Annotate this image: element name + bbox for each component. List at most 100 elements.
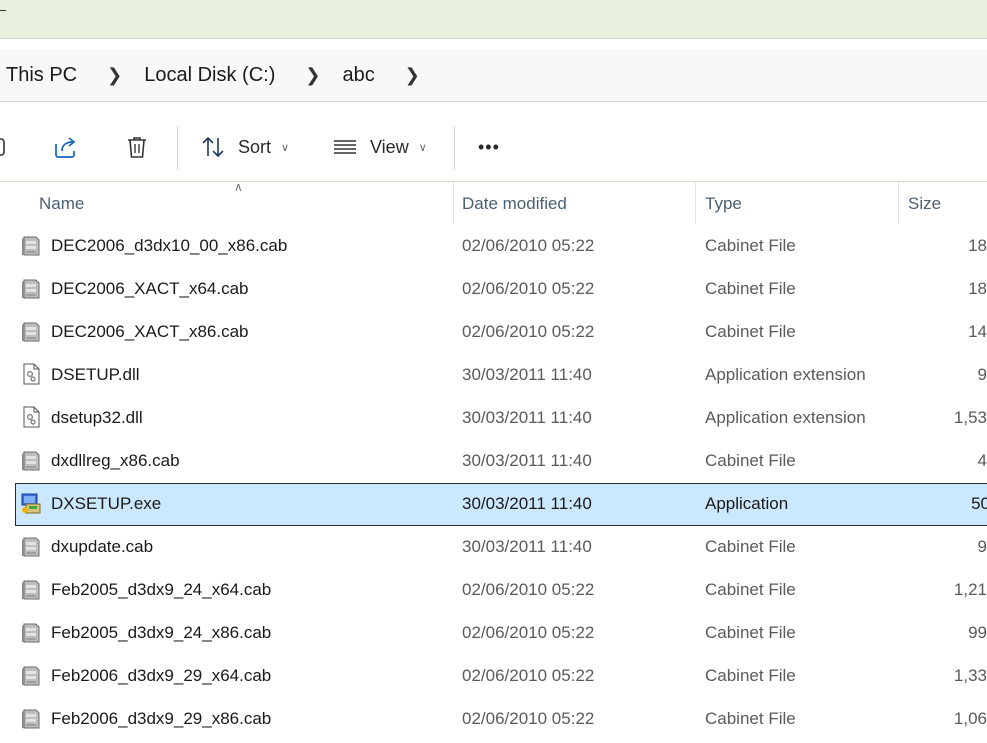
file-type: Cabinet File — [705, 666, 796, 685]
file-date-modified: 30/03/2011 11:40 — [462, 537, 592, 556]
file-date-modified: 02/06/2010 05:22 — [462, 666, 595, 685]
file-date-modified: 02/06/2010 05:22 — [462, 623, 595, 642]
more-options-button[interactable]: ••• — [478, 132, 500, 162]
file-row[interactable]: Feb2005_d3dx9_24_x86.cab 02/06/2010 05:22… — [0, 612, 987, 655]
sort-button[interactable]: Sort ∨ — [200, 132, 289, 162]
file-name[interactable]: dsetup32.dll — [51, 408, 143, 428]
file-date-modified: 02/06/2010 05:22 — [462, 580, 595, 599]
file-size: 9 — [977, 365, 987, 384]
column-divider[interactable] — [453, 182, 454, 224]
file-name[interactable]: DXSETUP.exe — [51, 494, 161, 514]
file-name[interactable]: DEC2006_XACT_x86.cab — [51, 322, 249, 342]
file-type: Application — [705, 494, 789, 513]
title-bar — [0, 0, 987, 39]
file-type: Cabinet File — [705, 322, 796, 341]
file-row[interactable]: DXSETUP.exe 30/03/2011 11:40 Application 50 — [15, 483, 987, 526]
rename-button[interactable] — [0, 132, 8, 162]
file-name[interactable]: DSETUP.dll — [51, 365, 140, 385]
share-button[interactable] — [52, 132, 78, 162]
column-header-row: ∧ Name Date modified Type Size — [0, 180, 987, 224]
breadcrumb-local-disk[interactable]: Local Disk (C:) — [144, 64, 275, 87]
file-row[interactable]: dsetup32.dll 30/03/2011 11:40 Application … — [0, 397, 987, 440]
toolbar-divider — [454, 126, 455, 170]
cabinet-file-icon — [20, 233, 42, 257]
file-size: 50 — [971, 494, 987, 513]
file-date-modified: 02/06/2010 05:22 — [462, 322, 595, 341]
dll-file-icon — [20, 362, 42, 386]
file-row[interactable]: dxupdate.cab 30/03/2011 11:40 Cabinet File… — [0, 526, 987, 569]
address-bar[interactable]: This PC ❯ Local Disk (C:) ❯ abc ❯ — [0, 49, 987, 102]
file-size: 1,06 — [953, 709, 987, 728]
file-row[interactable]: DSETUP.dll 30/03/2011 11:40 Application ex… — [0, 354, 987, 397]
file-row[interactable]: DEC2006_XACT_x64.cab 02/06/2010 05:22 Cabi… — [0, 268, 987, 311]
file-type: Cabinet File — [705, 236, 796, 255]
file-size: 1,53 — [953, 408, 987, 427]
file-date-modified: 30/03/2011 11:40 — [462, 365, 592, 384]
file-type: Cabinet File — [705, 451, 796, 470]
file-name[interactable]: dxdllreg_x86.cab — [51, 451, 180, 471]
file-type: Cabinet File — [705, 623, 796, 642]
column-header-size[interactable]: Size — [908, 194, 941, 214]
file-name[interactable]: DEC2006_XACT_x64.cab — [51, 279, 249, 299]
minimize-glyph — [0, 10, 6, 11]
chevron-right-icon[interactable]: ❯ — [305, 65, 320, 86]
command-bar: Sort ∨ View ∨ ••• — [0, 112, 987, 182]
chevron-right-icon[interactable]: ❯ — [405, 65, 420, 86]
file-date-modified: 30/03/2011 11:40 — [462, 494, 592, 513]
view-button[interactable]: View ∨ — [332, 132, 427, 162]
file-date-modified: 02/06/2010 05:22 — [462, 236, 595, 255]
file-name[interactable]: Feb2006_d3dx9_29_x86.cab — [51, 709, 271, 729]
file-row[interactable]: Feb2005_d3dx9_24_x64.cab 02/06/2010 05:22… — [0, 569, 987, 612]
file-size: 14 — [968, 322, 987, 341]
file-size: 18 — [968, 279, 987, 298]
file-row[interactable]: DEC2006_XACT_x86.cab 02/06/2010 05:22 Cabi… — [0, 311, 987, 354]
file-size: 1,33 — [953, 666, 987, 685]
cabinet-file-icon — [20, 448, 42, 472]
file-name[interactable]: DEC2006_d3dx10_00_x86.cab — [51, 236, 287, 256]
cabinet-file-icon — [20, 620, 42, 644]
column-divider[interactable] — [695, 182, 696, 224]
sort-ascending-icon: ∧ — [234, 180, 243, 194]
file-list: DEC2006_d3dx10_00_x86.cab 02/06/2010 05:2… — [0, 225, 987, 741]
column-divider[interactable] — [898, 182, 899, 224]
file-type: Cabinet File — [705, 709, 796, 728]
file-type: Cabinet File — [705, 279, 796, 298]
column-header-type[interactable]: Type — [705, 194, 742, 214]
file-name[interactable]: Feb2005_d3dx9_24_x86.cab — [51, 623, 271, 643]
file-row[interactable]: Feb2006_d3dx9_29_x64.cab 02/06/2010 05:22… — [0, 655, 987, 698]
cabinet-file-icon — [20, 706, 42, 730]
chevron-down-icon: ∨ — [281, 141, 290, 154]
file-date-modified: 02/06/2010 05:22 — [462, 709, 595, 728]
setup-exe-icon — [20, 491, 42, 515]
file-row[interactable]: DEC2006_d3dx10_00_x86.cab 02/06/2010 05:2… — [0, 225, 987, 268]
file-name[interactable]: Feb2006_d3dx9_29_x64.cab — [51, 666, 271, 686]
cabinet-file-icon — [20, 276, 42, 300]
file-size: 18 — [968, 236, 987, 255]
chevron-down-icon: ∨ — [418, 141, 427, 154]
breadcrumb-abc[interactable]: abc — [342, 64, 374, 87]
delete-button[interactable] — [124, 132, 150, 162]
file-size: 1,21 — [953, 580, 987, 599]
file-row[interactable]: dxdllreg_x86.cab 30/03/2011 11:40 Cabinet … — [0, 440, 987, 483]
file-size: 9 — [977, 537, 987, 556]
file-row[interactable]: Feb2006_d3dx9_29_x86.cab 02/06/2010 05:22… — [0, 698, 987, 741]
file-date-modified: 30/03/2011 11:40 — [462, 451, 592, 470]
breadcrumb-this-pc[interactable]: This PC — [6, 64, 77, 87]
file-size: 99 — [968, 623, 987, 642]
file-type: Application extension — [705, 365, 866, 384]
column-header-name[interactable]: Name — [39, 194, 84, 214]
file-size: 4 — [977, 451, 987, 470]
chevron-right-icon[interactable]: ❯ — [107, 65, 122, 86]
file-type: Cabinet File — [705, 537, 796, 556]
file-name[interactable]: Feb2005_d3dx9_24_x64.cab — [51, 580, 271, 600]
sort-label: Sort — [238, 136, 272, 157]
trash-icon — [128, 137, 146, 158]
cabinet-file-icon — [20, 319, 42, 343]
file-type: Cabinet File — [705, 580, 796, 599]
file-type: Application extension — [705, 408, 866, 427]
column-header-date[interactable]: Date modified — [462, 194, 567, 214]
file-date-modified: 30/03/2011 11:40 — [462, 408, 592, 427]
sort-arrows-icon — [202, 136, 224, 158]
file-name[interactable]: dxupdate.cab — [51, 537, 153, 557]
share-icon — [55, 137, 76, 158]
